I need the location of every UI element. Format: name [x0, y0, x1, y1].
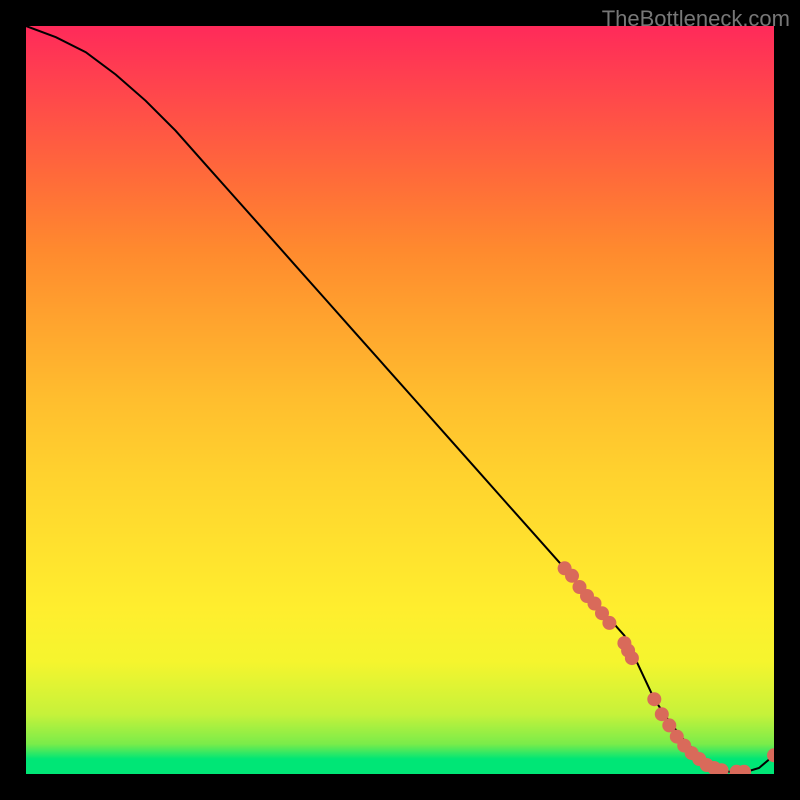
chart-point — [625, 651, 639, 665]
chart-point — [647, 692, 661, 706]
chart-plot-area — [26, 26, 774, 774]
chart-points — [558, 561, 774, 774]
chart-point — [602, 616, 616, 630]
watermark-text: TheBottleneck.com — [602, 6, 790, 32]
chart-svg — [26, 26, 774, 774]
chart-curve — [26, 26, 774, 773]
